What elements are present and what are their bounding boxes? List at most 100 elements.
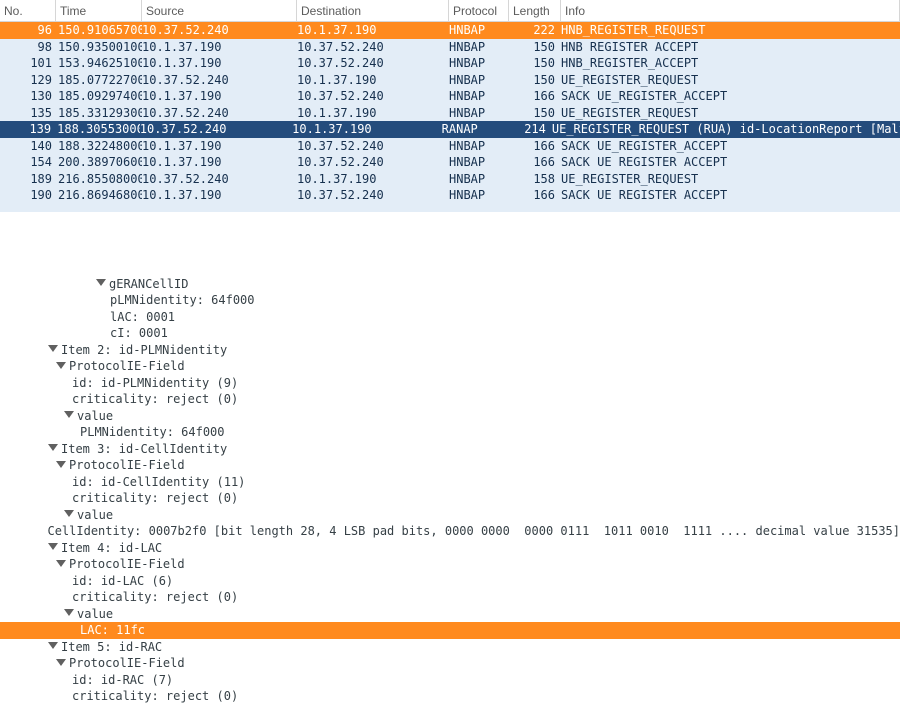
cell-dst: 10.37.52.240 bbox=[297, 55, 449, 71]
tree-value-row[interactable]: id: id-PLMNidentity (9) bbox=[0, 375, 900, 392]
packet-row[interactable]: 101153.9462510010.1.37.19010.37.52.240HN… bbox=[0, 55, 900, 72]
disclosure-triangle-icon[interactable] bbox=[48, 543, 58, 550]
tree-value-row[interactable]: cI: 0001 bbox=[0, 325, 900, 342]
cell-proto: HNBAP bbox=[449, 171, 509, 187]
packet-row[interactable]: 96150.9106570010.37.52.24010.1.37.190HNB… bbox=[0, 22, 900, 39]
disclosure-triangle-icon[interactable] bbox=[48, 444, 58, 451]
header-destination[interactable]: Destination bbox=[297, 0, 449, 21]
pane-divider[interactable] bbox=[0, 212, 900, 272]
disclosure-triangle-icon[interactable] bbox=[56, 659, 66, 666]
packet-row[interactable]: 98150.9350010010.1.37.19010.37.52.240HNB… bbox=[0, 39, 900, 56]
tree-expander-row[interactable]: Item 2: id-PLMNidentity bbox=[0, 342, 900, 359]
tree-value-row[interactable]: criticality: reject (0) bbox=[0, 688, 900, 705]
cell-proto: RANAP bbox=[442, 121, 501, 137]
tree-expander-row[interactable]: value bbox=[0, 408, 900, 425]
cell-info: UE_REGISTER_REQUEST bbox=[561, 72, 900, 88]
tree-label: criticality: reject (0) bbox=[72, 688, 238, 704]
header-protocol[interactable]: Protocol bbox=[449, 0, 509, 21]
tree-expander-row[interactable]: value bbox=[0, 606, 900, 623]
packet-row[interactable]: 190216.8694680010.1.37.19010.37.52.240HN… bbox=[0, 187, 900, 204]
tree-expander-row[interactable]: ProtocolIE-Field bbox=[0, 556, 900, 573]
packet-details: gERANCellIDpLMNidentity: 64f000lAC: 0001… bbox=[0, 272, 900, 713]
tree-label: value bbox=[77, 408, 113, 424]
cell-info: HNB_REGISTER_REQUEST bbox=[561, 22, 900, 38]
tree-expander-row[interactable]: ProtocolIE-Field bbox=[0, 457, 900, 474]
tree-value-row[interactable]: CellIdentity: 0007b2f0 [bit length 28, 4… bbox=[0, 523, 900, 540]
cell-len: 150 bbox=[509, 55, 561, 71]
cell-proto: HNBAP bbox=[449, 55, 509, 71]
packet-row[interactable]: 130185.0929740010.1.37.19010.37.52.240HN… bbox=[0, 88, 900, 105]
tree-expander-row[interactable]: ProtocolIE-Field bbox=[0, 655, 900, 672]
tree-expander-row[interactable]: gERANCellID bbox=[0, 276, 900, 293]
packet-list: No. Time Source Destination Protocol Len… bbox=[0, 0, 900, 212]
cell-src: 10.37.52.240 bbox=[142, 171, 297, 187]
cell-info: SACK UE_REGISTER_ACCEPT bbox=[561, 88, 900, 104]
disclosure-triangle-icon[interactable] bbox=[56, 461, 66, 468]
cell-info: SACK UE REGISTER ACCEPT bbox=[561, 154, 900, 170]
tree-value-row[interactable]: id: id-RAC (7) bbox=[0, 672, 900, 689]
cell-src: 10.1.37.190 bbox=[142, 88, 297, 104]
header-source[interactable]: Source bbox=[142, 0, 297, 21]
packet-row[interactable]: 135185.3312930010.37.52.24010.1.37.190HN… bbox=[0, 105, 900, 122]
cell-src: 10.37.52.240 bbox=[142, 105, 297, 121]
cell-dst: 10.1.37.190 bbox=[297, 171, 449, 187]
tree-value-row[interactable]: criticality: reject (0) bbox=[0, 589, 900, 606]
cell-src: 10.37.52.240 bbox=[142, 22, 297, 38]
cell-time: 185.09297400 bbox=[56, 88, 142, 104]
tree-highlighted-value: LAC: 11fc bbox=[0, 622, 145, 638]
cell-no: 98 bbox=[0, 39, 56, 55]
tree-value-row[interactable]: PLMNidentity: 64f000 bbox=[0, 424, 900, 441]
packet-row[interactable]: 189216.8550800010.37.52.24010.1.37.190HN… bbox=[0, 171, 900, 188]
packet-row[interactable]: 140188.3224800010.1.37.19010.37.52.240HN… bbox=[0, 138, 900, 155]
tree-value-row[interactable]: id: id-CellIdentity (11) bbox=[0, 474, 900, 491]
tree-expander-row[interactable]: ProtocolIE-Field bbox=[0, 358, 900, 375]
cell-proto: HNBAP bbox=[449, 22, 509, 38]
disclosure-triangle-icon[interactable] bbox=[48, 345, 58, 352]
cell-len: 166 bbox=[509, 187, 561, 203]
tree-value-row[interactable]: criticality: reject (0) bbox=[0, 490, 900, 507]
packet-row[interactable]: 129185.0772270010.37.52.24010.1.37.190HN… bbox=[0, 72, 900, 89]
packet-row[interactable]: 139188.3055300010.37.52.24010.1.37.190RA… bbox=[0, 121, 900, 138]
cell-dst: 10.1.37.190 bbox=[297, 72, 449, 88]
header-length[interactable]: Length bbox=[509, 0, 561, 21]
disclosure-triangle-icon[interactable] bbox=[64, 510, 74, 517]
tree-expander-row[interactable]: value bbox=[0, 507, 900, 524]
tree-value-row[interactable]: pLMNidentity: 64f000 bbox=[0, 292, 900, 309]
cell-time: 188.32248000 bbox=[56, 138, 142, 154]
cell-no: 96 bbox=[0, 22, 56, 38]
tree-expander-row[interactable]: Item 5: id-RAC bbox=[0, 639, 900, 656]
header-info[interactable]: Info bbox=[561, 0, 900, 21]
disclosure-triangle-icon[interactable] bbox=[96, 279, 106, 286]
tree-expander-row[interactable]: Item 3: id-CellIdentity bbox=[0, 441, 900, 458]
tree-value-row[interactable]: id: id-LAC (6) bbox=[0, 573, 900, 590]
disclosure-triangle-icon[interactable] bbox=[56, 560, 66, 567]
cell-proto: HNBAP bbox=[449, 72, 509, 88]
packet-list-tail bbox=[0, 204, 900, 212]
tree-label: gERANCellID bbox=[109, 276, 188, 292]
cell-len: 166 bbox=[509, 154, 561, 170]
disclosure-triangle-icon[interactable] bbox=[48, 642, 58, 649]
cell-info: UE_REGISTER_REQUEST bbox=[561, 105, 900, 121]
packet-row[interactable]: 154200.3897060010.1.37.19010.37.52.240HN… bbox=[0, 154, 900, 171]
disclosure-triangle-icon[interactable] bbox=[64, 411, 74, 418]
cell-dst: 10.1.37.190 bbox=[297, 105, 449, 121]
cell-no: 135 bbox=[0, 105, 56, 121]
tree-label: Item 5: id-RAC bbox=[61, 639, 162, 655]
cell-src: 10.1.37.190 bbox=[142, 39, 297, 55]
cell-time: 188.30553000 bbox=[55, 121, 140, 137]
tree-value-row[interactable]: LAC: 11fc bbox=[0, 622, 900, 639]
header-time[interactable]: Time bbox=[56, 0, 142, 21]
tree-expander-row[interactable]: Item 4: id-LAC bbox=[0, 540, 900, 557]
cell-info: SACK UE_REGISTER_ACCEPT bbox=[561, 138, 900, 154]
tree-value-row[interactable]: criticality: reject (0) bbox=[0, 391, 900, 408]
tree-label: criticality: reject (0) bbox=[72, 391, 238, 407]
disclosure-triangle-icon[interactable] bbox=[56, 362, 66, 369]
disclosure-triangle-icon[interactable] bbox=[64, 609, 74, 616]
tree-label: value bbox=[77, 606, 113, 622]
tree-value-row[interactable]: lAC: 0001 bbox=[0, 309, 900, 326]
cell-dst: 10.37.52.240 bbox=[297, 138, 449, 154]
cell-dst: 10.1.37.190 bbox=[297, 22, 449, 38]
cell-time: 200.38970600 bbox=[56, 154, 142, 170]
header-no[interactable]: No. bbox=[0, 0, 56, 21]
cell-len: 214 bbox=[501, 121, 552, 137]
